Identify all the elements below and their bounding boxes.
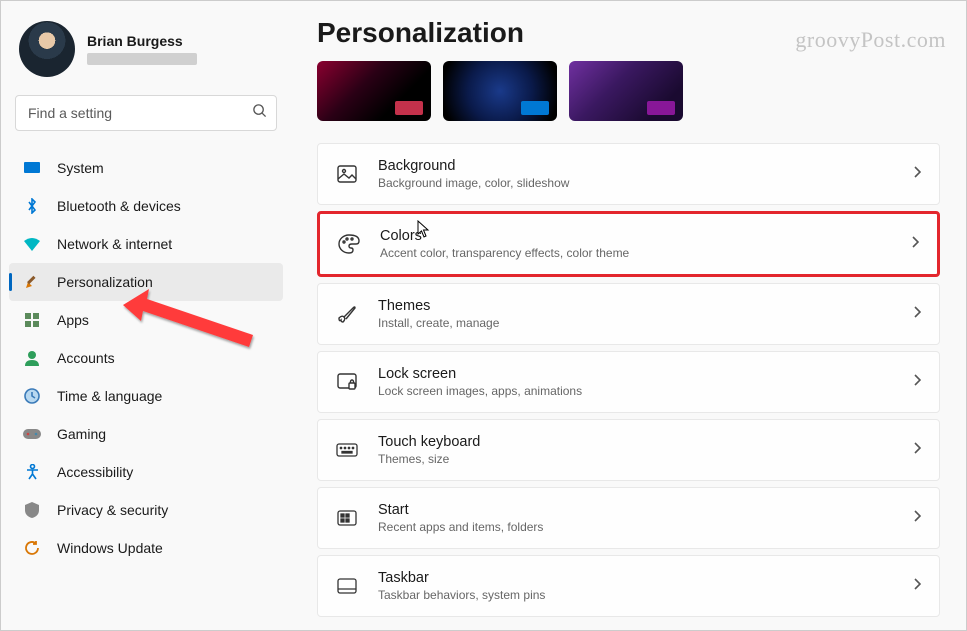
- setting-desc: Themes, size: [378, 452, 893, 466]
- chevron-right-icon: [913, 441, 921, 459]
- sidebar-item-accounts[interactable]: Accounts: [9, 339, 283, 377]
- setting-title: Colors: [380, 228, 891, 244]
- sidebar-item-label: Network & internet: [57, 236, 172, 252]
- sidebar-item-label: Privacy & security: [57, 502, 168, 518]
- nav-list: System Bluetooth & devices Network & int…: [9, 149, 283, 567]
- personalization-icon: [23, 273, 41, 291]
- settings-list: Background Background image, color, slid…: [317, 143, 940, 617]
- theme-previews: [317, 61, 940, 121]
- setting-title: Background: [378, 158, 893, 174]
- sidebar-item-label: Time & language: [57, 388, 162, 404]
- sidebar-item-label: Bluetooth & devices: [57, 198, 181, 214]
- setting-title: Taskbar: [378, 570, 893, 586]
- setting-title: Start: [378, 502, 893, 518]
- sidebar-item-update[interactable]: Windows Update: [9, 529, 283, 567]
- sidebar-item-label: Accounts: [57, 350, 115, 366]
- sidebar-item-system[interactable]: System: [9, 149, 283, 187]
- setting-themes[interactable]: Themes Install, create, manage: [317, 283, 940, 345]
- sidebar-item-apps[interactable]: Apps: [9, 301, 283, 339]
- start-icon: [336, 507, 358, 529]
- sidebar-item-label: Apps: [57, 312, 89, 328]
- sidebar-item-bluetooth[interactable]: Bluetooth & devices: [9, 187, 283, 225]
- wifi-icon: [23, 235, 41, 253]
- setting-start[interactable]: Start Recent apps and items, folders: [317, 487, 940, 549]
- shield-icon: [23, 501, 41, 519]
- sidebar: Brian Burgess System Bluetooth & devices…: [1, 1, 291, 630]
- profile-header[interactable]: Brian Burgess: [9, 13, 283, 91]
- accessibility-icon: [23, 463, 41, 481]
- palette-icon: [338, 233, 360, 255]
- sidebar-item-label: Gaming: [57, 426, 106, 442]
- theme-preview[interactable]: [317, 61, 431, 121]
- setting-background[interactable]: Background Background image, color, slid…: [317, 143, 940, 205]
- setting-title: Lock screen: [378, 366, 893, 382]
- setting-desc: Install, create, manage: [378, 316, 893, 330]
- watermark: groovyPost.com: [795, 27, 946, 53]
- accent-swatch: [647, 101, 675, 115]
- theme-preview[interactable]: [569, 61, 683, 121]
- taskbar-icon: [336, 575, 358, 597]
- setting-desc: Accent color, transparency effects, colo…: [380, 246, 891, 260]
- bluetooth-icon: [23, 197, 41, 215]
- setting-title: Touch keyboard: [378, 434, 893, 450]
- setting-desc: Lock screen images, apps, animations: [378, 384, 893, 398]
- sidebar-item-label: System: [57, 160, 104, 176]
- main-content: Personalization Background Background im…: [291, 1, 966, 630]
- gaming-icon: [23, 425, 41, 443]
- sidebar-item-time[interactable]: Time & language: [9, 377, 283, 415]
- setting-touch-keyboard[interactable]: Touch keyboard Themes, size: [317, 419, 940, 481]
- keyboard-icon: [336, 439, 358, 461]
- setting-desc: Recent apps and items, folders: [378, 520, 893, 534]
- profile-email-redacted: [87, 53, 197, 65]
- sidebar-item-label: Personalization: [57, 274, 153, 290]
- setting-lock-screen[interactable]: Lock screen Lock screen images, apps, an…: [317, 351, 940, 413]
- sidebar-item-gaming[interactable]: Gaming: [9, 415, 283, 453]
- chevron-right-icon: [911, 235, 919, 253]
- apps-icon: [23, 311, 41, 329]
- accent-swatch: [521, 101, 549, 115]
- setting-colors[interactable]: Colors Accent color, transparency effect…: [317, 211, 940, 277]
- accent-swatch: [395, 101, 423, 115]
- search-container: [15, 95, 277, 131]
- setting-taskbar[interactable]: Taskbar Taskbar behaviors, system pins: [317, 555, 940, 617]
- theme-preview[interactable]: [443, 61, 557, 121]
- clock-icon: [23, 387, 41, 405]
- system-icon: [23, 159, 41, 177]
- sidebar-item-label: Accessibility: [57, 464, 133, 480]
- sidebar-item-accessibility[interactable]: Accessibility: [9, 453, 283, 491]
- accounts-icon: [23, 349, 41, 367]
- search-input[interactable]: [15, 95, 277, 131]
- brush-icon: [336, 303, 358, 325]
- sidebar-item-personalization[interactable]: Personalization: [9, 263, 283, 301]
- sidebar-item-label: Windows Update: [57, 540, 163, 556]
- update-icon: [23, 539, 41, 557]
- chevron-right-icon: [913, 305, 921, 323]
- chevron-right-icon: [913, 165, 921, 183]
- chevron-right-icon: [913, 577, 921, 595]
- chevron-right-icon: [913, 509, 921, 527]
- sidebar-item-privacy[interactable]: Privacy & security: [9, 491, 283, 529]
- setting-title: Themes: [378, 298, 893, 314]
- setting-desc: Taskbar behaviors, system pins: [378, 588, 893, 602]
- profile-name: Brian Burgess: [87, 33, 273, 49]
- lock-screen-icon: [336, 371, 358, 393]
- picture-icon: [336, 163, 358, 185]
- avatar: [19, 21, 75, 77]
- sidebar-item-network[interactable]: Network & internet: [9, 225, 283, 263]
- setting-desc: Background image, color, slideshow: [378, 176, 893, 190]
- search-icon[interactable]: [252, 103, 267, 123]
- chevron-right-icon: [913, 373, 921, 391]
